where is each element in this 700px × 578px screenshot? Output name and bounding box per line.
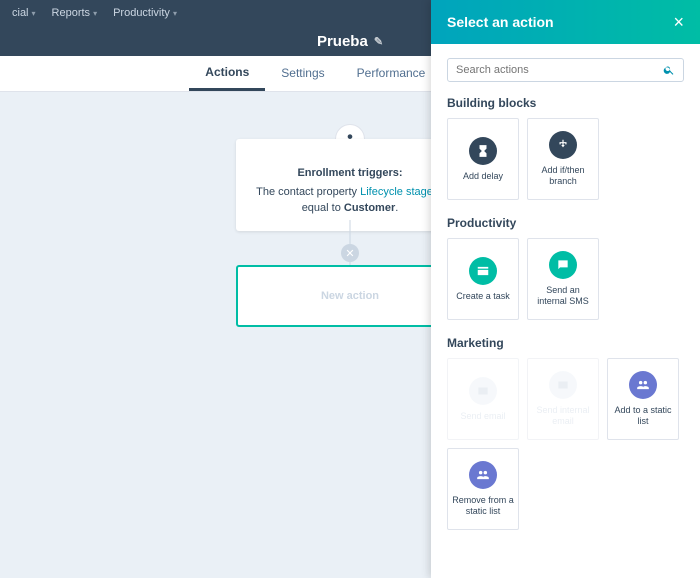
tile-row: Add delay Add if/then branch [447, 118, 684, 200]
action-tile-add-delay[interactable]: Add delay [447, 118, 519, 200]
search-icon [663, 64, 675, 76]
group-icon [469, 461, 497, 489]
tab-settings[interactable]: Settings [265, 56, 340, 91]
tab-performance[interactable]: Performance [341, 56, 442, 91]
email-icon [549, 371, 577, 399]
tab-actions[interactable]: Actions [189, 56, 265, 91]
tile-label: Add if/then branch [532, 165, 594, 187]
branch-icon [549, 131, 577, 159]
email-icon [469, 377, 497, 405]
tile-label: Add delay [463, 171, 503, 182]
action-search-input[interactable] [456, 64, 663, 76]
tile-row: Send email Send internal email Add to a st… [447, 358, 684, 530]
panel-header: Select an action × [431, 0, 700, 44]
action-tile-create-a-task[interactable]: Create a task [447, 238, 519, 320]
nav-reports[interactable]: Reports▾ [44, 7, 106, 19]
action-tile-add-to-a-static-list[interactable]: Add to a static list [607, 358, 679, 440]
close-icon[interactable]: × [673, 12, 684, 33]
action-tile-send-email: Send email [447, 358, 519, 440]
tile-label: Add to a static list [612, 405, 674, 427]
hourglass-icon [469, 137, 497, 165]
new-action-placeholder[interactable]: New action [236, 265, 464, 327]
task-icon [469, 257, 497, 285]
section-title: Marketing [447, 336, 684, 350]
action-tile-remove-from-a-static-list[interactable]: Remove from a static list [447, 448, 519, 530]
enrollment-trigger-card[interactable]: Enrollment triggers: The contact propert… [236, 139, 464, 231]
sms-icon [549, 251, 577, 279]
action-panel: Select an action × Building blocks Add de… [431, 0, 700, 578]
panel-body: Building blocks Add delay Add if/then bran… [431, 44, 700, 578]
action-tile-send-an-internal-sms[interactable]: Send an internal SMS [527, 238, 599, 320]
panel-title: Select an action [447, 14, 554, 30]
remove-node-button[interactable]: ✕ [341, 244, 359, 262]
tile-label: Create a task [456, 291, 510, 302]
workflow-title: Prueba [317, 33, 368, 50]
nav-social[interactable]: cial▾ [4, 7, 44, 19]
action-search[interactable] [447, 58, 684, 82]
tile-label: Send an internal SMS [532, 285, 594, 307]
section-title: Building blocks [447, 96, 684, 110]
tile-row: Create a task Send an internal SMS [447, 238, 684, 320]
group-icon [629, 371, 657, 399]
tile-label: Send internal email [532, 405, 594, 427]
nav-productivity[interactable]: Productivity▾ [105, 7, 185, 19]
trigger-description: The contact property Lifecycle stage is … [250, 184, 450, 217]
pencil-icon[interactable]: ✎ [374, 35, 383, 48]
tile-label: Remove from a static list [452, 495, 514, 517]
trigger-title: Enrollment triggers: [250, 165, 450, 182]
action-tile-add-if-then-branch[interactable]: Add if/then branch [527, 118, 599, 200]
tile-label: Send email [460, 411, 505, 422]
property-link[interactable]: Lifecycle stage [360, 186, 433, 198]
action-tile-send-internal-email: Send internal email [527, 358, 599, 440]
section-title: Productivity [447, 216, 684, 230]
